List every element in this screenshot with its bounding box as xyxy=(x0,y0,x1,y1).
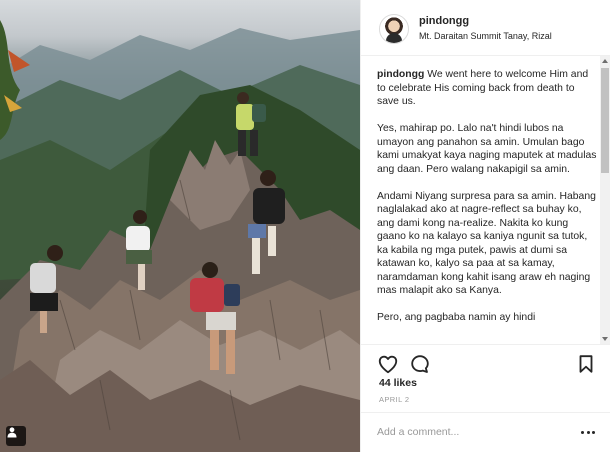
post-header: pindongg Mt. Daraitan Summit Tanay, Riza… xyxy=(361,0,610,56)
more-options-icon[interactable] xyxy=(581,425,595,439)
caption-scroll-area[interactable]: pindongg We went here to welcome Him and… xyxy=(361,56,610,344)
caption-scrollbar[interactable] xyxy=(600,56,610,344)
scroll-down-arrow-icon[interactable] xyxy=(602,337,608,341)
caption-text: We went here to welcome Him and to celeb… xyxy=(377,69,597,323)
heart-icon[interactable] xyxy=(377,353,399,375)
scroll-thumb[interactable] xyxy=(601,68,609,173)
comment-bar xyxy=(361,412,610,452)
likes-count[interactable]: 44 likes xyxy=(379,377,417,389)
comment-input[interactable] xyxy=(377,421,567,443)
post-photo[interactable] xyxy=(0,0,360,452)
user-tag-icon[interactable] xyxy=(6,426,26,446)
avatar[interactable] xyxy=(379,14,409,44)
comment-bubble-icon[interactable] xyxy=(409,353,431,375)
caption-username-link[interactable]: pindongg xyxy=(377,69,424,80)
scroll-up-arrow-icon[interactable] xyxy=(602,59,608,63)
post-date: APRIL 2 xyxy=(379,395,410,404)
bookmark-icon[interactable] xyxy=(575,353,597,375)
username-link[interactable]: pindongg xyxy=(419,15,469,27)
location-link[interactable]: Mt. Daraitan Summit Tanay, Rizal xyxy=(419,31,552,41)
post-actions: 44 likes APRIL 2 xyxy=(361,344,610,412)
instagram-post: pindongg Mt. Daraitan Summit Tanay, Riza… xyxy=(0,0,610,452)
post-side-panel: pindongg Mt. Daraitan Summit Tanay, Riza… xyxy=(360,0,610,452)
caption: pindongg We went here to welcome Him and… xyxy=(377,68,599,325)
hiking-scene-illustration xyxy=(0,20,360,452)
